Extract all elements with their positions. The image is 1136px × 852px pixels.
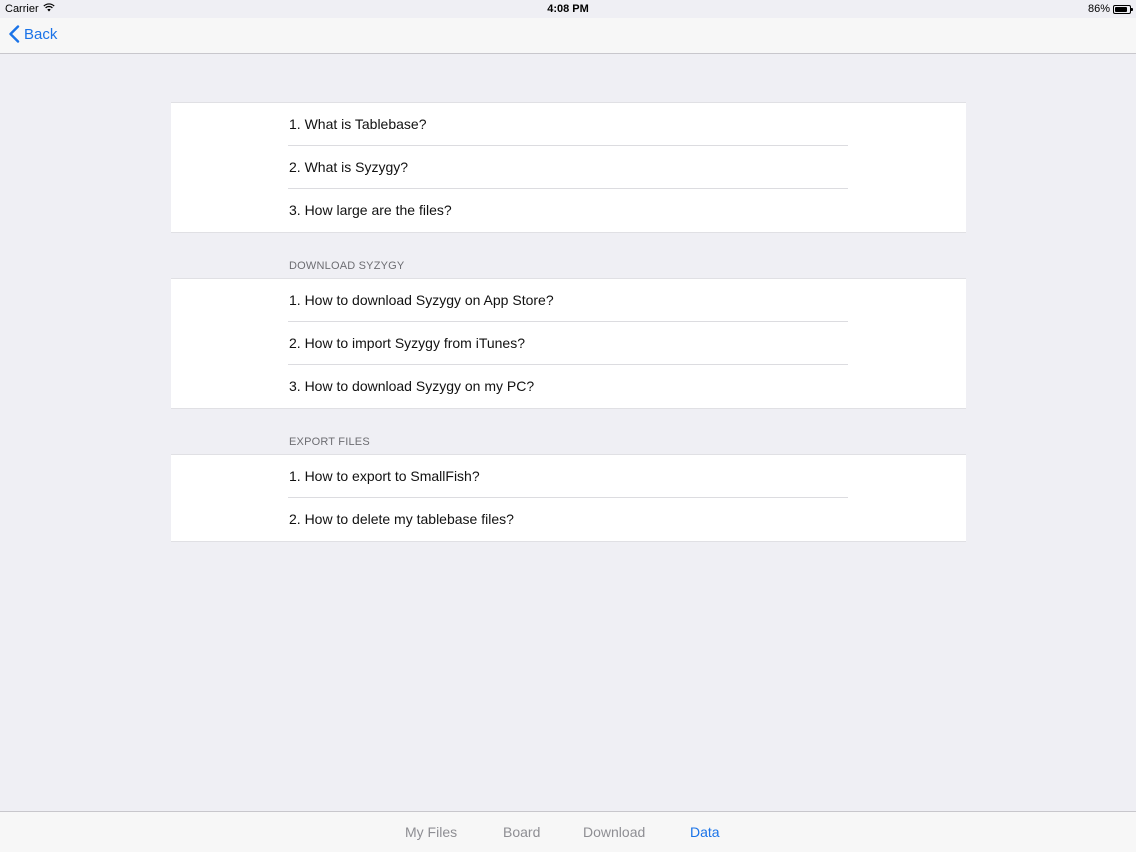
faq-item[interactable]: 3. How large are the files? xyxy=(171,189,966,232)
back-button[interactable]: Back xyxy=(8,25,57,43)
faq-item[interactable]: 1. How to export to SmallFish? xyxy=(171,455,966,498)
section-header-export: EXPORT FILES xyxy=(289,436,370,448)
faq-group-general: 1. What is Tablebase? 2. What is Syzygy?… xyxy=(171,102,966,233)
navigation-bar: Back xyxy=(0,18,1136,54)
faq-group-export: 1. How to export to SmallFish? 2. How to… xyxy=(171,454,966,542)
tab-download[interactable]: Download xyxy=(583,824,645,840)
status-time: 4:08 PM xyxy=(547,3,589,15)
screen: Carrier 4:08 PM 86% Back 1. What is Tabl… xyxy=(0,0,1136,852)
section-header-download: DOWNLOAD SYZYGY xyxy=(289,260,405,272)
tab-data[interactable]: Data xyxy=(690,824,720,840)
faq-item[interactable]: 1. What is Tablebase? xyxy=(171,103,966,146)
battery-fill xyxy=(1115,6,1128,12)
back-label: Back xyxy=(24,25,58,43)
faq-item-label: 2. How to delete my tablebase files? xyxy=(289,511,514,527)
faq-item-label: 3. How to download Syzygy on my PC? xyxy=(289,378,535,394)
tab-my-files[interactable]: My Files xyxy=(405,824,457,840)
faq-item-label: 1. How to download Syzygy on App Store? xyxy=(289,292,554,308)
faq-item-label: 1. How to export to SmallFish? xyxy=(289,468,480,484)
faq-group-download: 1. How to download Syzygy on App Store? … xyxy=(171,278,966,409)
faq-item-label: 2. What is Syzygy? xyxy=(289,159,409,175)
faq-item-label: 2. How to import Syzygy from iTunes? xyxy=(289,335,526,351)
tab-board[interactable]: Board xyxy=(503,824,540,840)
faq-item[interactable]: 2. How to delete my tablebase files? xyxy=(171,498,966,541)
chevron-left-icon xyxy=(8,25,20,43)
battery-percent: 86% xyxy=(1087,3,1110,15)
faq-item[interactable]: 1. How to download Syzygy on App Store? xyxy=(171,279,966,322)
faq-item-label: 1. What is Tablebase? xyxy=(289,116,427,132)
faq-item-label: 3. How large are the files? xyxy=(289,202,452,218)
status-bar: Carrier 4:08 PM 86% xyxy=(0,0,1136,18)
tab-bar: My Files Board Download Data xyxy=(0,811,1136,852)
status-right: 86% xyxy=(1087,3,1133,15)
faq-item[interactable]: 2. What is Syzygy? xyxy=(171,146,966,189)
faq-item[interactable]: 2. How to import Syzygy from iTunes? xyxy=(171,322,966,365)
faq-item[interactable]: 3. How to download Syzygy on my PC? xyxy=(171,365,966,408)
faq-list: 1. What is Tablebase? 2. What is Syzygy?… xyxy=(0,54,1136,811)
battery-icon xyxy=(1113,4,1133,14)
